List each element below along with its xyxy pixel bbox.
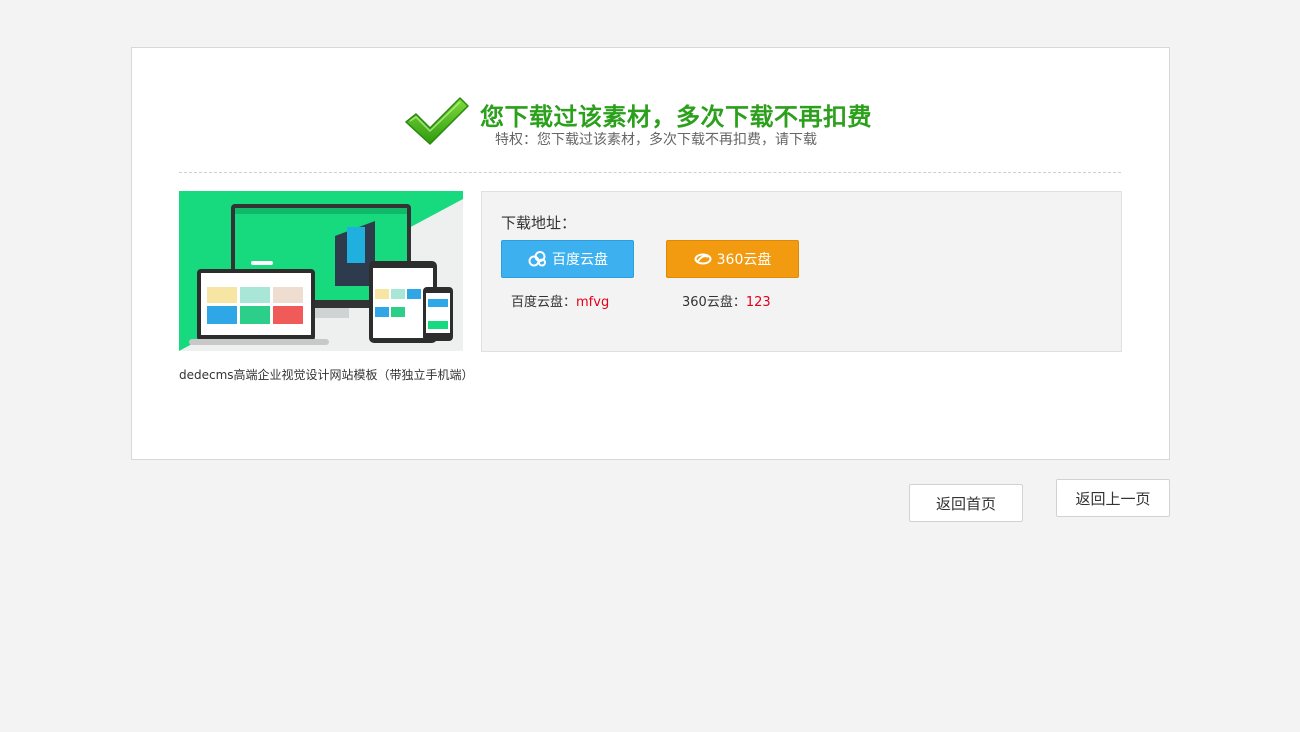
template-caption[interactable]: dedecms高端企业视觉设计网站模板（带独立手机端） — [179, 366, 474, 383]
template-preview-image[interactable] — [179, 191, 463, 351]
download-card: 您下载过该素材，多次下载不再扣费 特权：您下载过该素材，多次下载不再扣费，请下载 — [131, 47, 1170, 460]
cloud-360-button[interactable]: 360云盘 — [666, 240, 799, 278]
page-title: 您下载过该素材，多次下载不再扣费 — [480, 103, 872, 131]
success-header: 您下载过该素材，多次下载不再扣费 特权：您下载过该素材，多次下载不再扣费，请下载 — [404, 96, 904, 148]
baidu-cloud-button[interactable]: 百度云盘 — [501, 240, 634, 278]
back-previous-button[interactable]: 返回上一页 — [1056, 479, 1170, 517]
baidu-cloud-button-label: 百度云盘 — [552, 252, 608, 268]
divider — [179, 172, 1121, 173]
cloud-360-code-label: 360云盘： — [682, 295, 746, 310]
checkmark-icon — [405, 97, 469, 145]
cloud-360-extraction-code: 360云盘：123 — [682, 291, 771, 310]
download-panel: 下载地址： 百度云盘 360云盘 百度云盘：mfvg 360云盘：123 — [481, 191, 1122, 352]
baidu-code-label: 百度云盘： — [511, 295, 577, 310]
page-subtitle: 特权：您下载过该素材，多次下载不再扣费，请下载 — [495, 132, 817, 148]
cloud-360-icon — [694, 253, 712, 265]
cloud-360-code-value: 123 — [745, 295, 771, 310]
baidu-extraction-code: 百度云盘：mfvg — [511, 291, 609, 310]
cloud-360-button-label: 360云盘 — [716, 252, 772, 268]
back-home-button[interactable]: 返回首页 — [909, 484, 1023, 522]
baidu-code-value: mfvg — [576, 295, 610, 310]
baidu-cloud-icon — [528, 251, 546, 267]
download-label: 下载地址： — [501, 214, 577, 232]
